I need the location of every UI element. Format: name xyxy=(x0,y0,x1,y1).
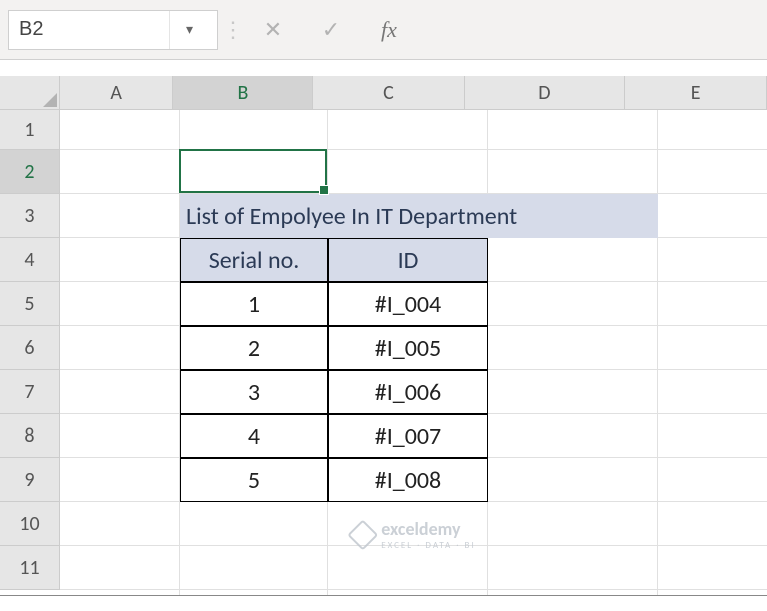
cells-area[interactable]: List of Empolyee In IT DepartmentSerial … xyxy=(60,110,767,611)
active-cell-outline xyxy=(179,149,327,193)
column-header-A[interactable]: A xyxy=(60,76,173,109)
fx-icon: fx xyxy=(381,17,397,43)
row-header-11[interactable]: 11 xyxy=(0,546,59,590)
insert-function-button[interactable]: fx xyxy=(364,10,414,50)
row-header-9[interactable]: 9 xyxy=(0,458,59,502)
cancel-icon: ✕ xyxy=(264,16,282,43)
row-header-2[interactable]: 2 xyxy=(0,150,59,194)
column-header-C[interactable]: C xyxy=(313,76,464,109)
cell-id-3[interactable]: #I_006 xyxy=(328,370,488,414)
watermark-logo-icon xyxy=(347,519,378,550)
cell-serial-2[interactable]: 2 xyxy=(180,326,328,370)
cell-serial-5[interactable]: 5 xyxy=(180,458,328,502)
row-header-7[interactable]: 7 xyxy=(0,370,59,414)
row-header-6[interactable]: 6 xyxy=(0,326,59,370)
column-header-B[interactable]: B xyxy=(173,76,313,109)
cell-serial-3[interactable]: 3 xyxy=(180,370,328,414)
row-header-1[interactable]: 1 xyxy=(0,110,59,150)
cell-id-2[interactable]: #I_005 xyxy=(328,326,488,370)
cell-serial-4[interactable]: 4 xyxy=(180,414,328,458)
column-header-serial[interactable]: Serial no. xyxy=(180,238,328,282)
watermark-subtext: EXCEL · DATA · BI xyxy=(381,540,475,551)
cell-serial-1[interactable]: 1 xyxy=(180,282,328,326)
name-box[interactable]: ▾ xyxy=(8,10,218,50)
watermark: exceldemyEXCEL · DATA · BI xyxy=(351,518,475,551)
column-headers: ABCDE xyxy=(60,76,767,110)
cell-id-5[interactable]: #I_008 xyxy=(328,458,488,502)
enter-button[interactable]: ✓ xyxy=(306,10,356,50)
column-header-D[interactable]: D xyxy=(465,76,626,109)
cell-id-1[interactable]: #I_004 xyxy=(328,282,488,326)
table-title[interactable]: List of Empolyee In IT Department xyxy=(180,194,658,238)
divider: ⋮ xyxy=(226,10,240,50)
check-icon: ✓ xyxy=(322,16,340,43)
row-header-3[interactable]: 3 xyxy=(0,194,59,238)
row-header-8[interactable]: 8 xyxy=(0,414,59,458)
formula-input[interactable] xyxy=(414,10,759,50)
watermark-text: exceldemy xyxy=(381,518,460,540)
formula-bar: ▾ ⋮ ✕ ✓ fx xyxy=(0,0,767,60)
chevron-down-icon: ▾ xyxy=(186,21,193,38)
column-header-id[interactable]: ID xyxy=(328,238,488,282)
spreadsheet-grid: ABCDE 1234567891011 List of Empolyee In … xyxy=(0,76,767,611)
column-header-E[interactable]: E xyxy=(625,76,767,109)
row-header-10[interactable]: 10 xyxy=(0,502,59,546)
row-header-5[interactable]: 5 xyxy=(0,282,59,326)
bottom-border xyxy=(0,595,767,611)
name-box-dropdown[interactable]: ▾ xyxy=(169,11,209,49)
name-box-input[interactable] xyxy=(9,18,169,41)
cell-id-4[interactable]: #I_007 xyxy=(328,414,488,458)
row-header-4[interactable]: 4 xyxy=(0,238,59,282)
row-headers: 1234567891011 xyxy=(0,110,60,590)
select-all-button[interactable] xyxy=(0,76,60,110)
ribbon-gap xyxy=(0,60,767,76)
cancel-button[interactable]: ✕ xyxy=(248,10,298,50)
